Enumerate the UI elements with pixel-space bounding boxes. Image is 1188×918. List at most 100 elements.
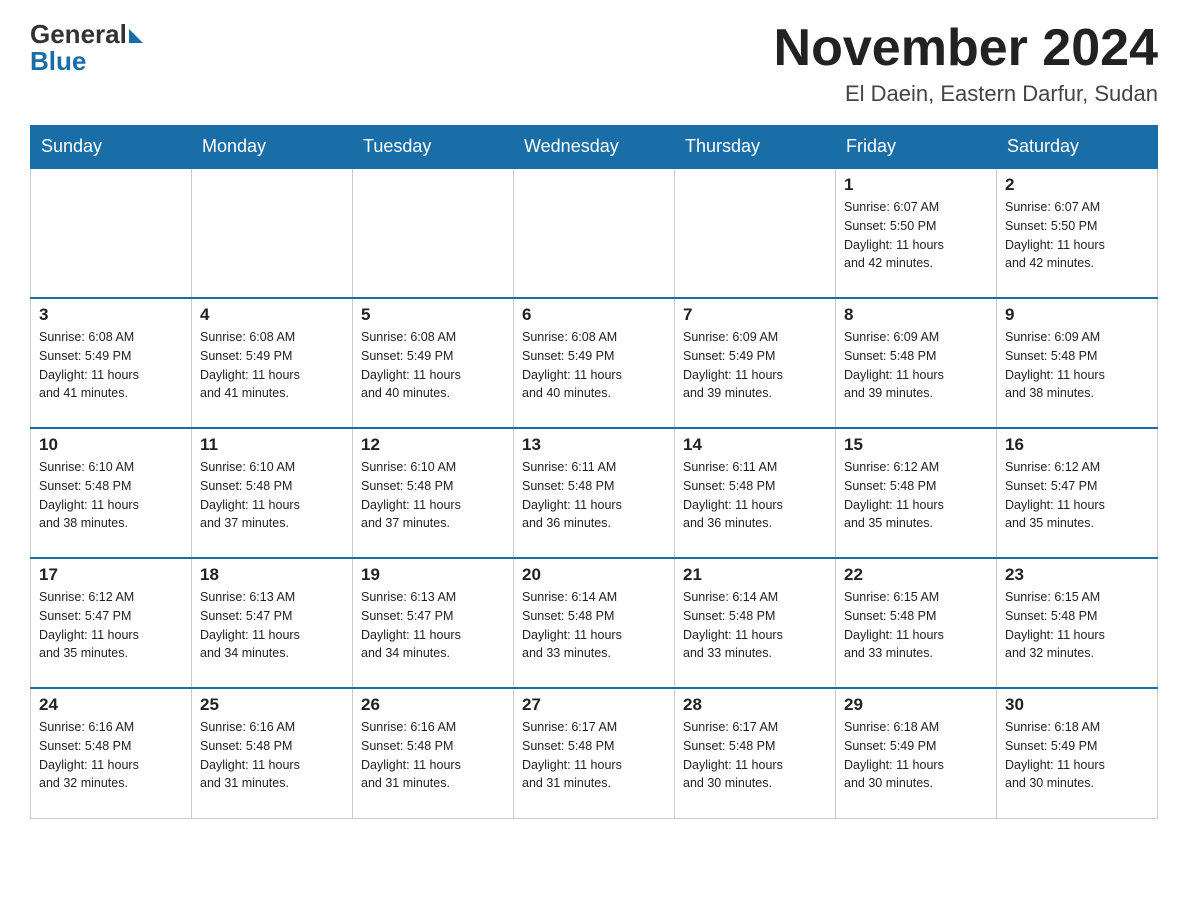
day-info: Sunrise: 6:14 AMSunset: 5:48 PMDaylight:… <box>683 588 827 663</box>
day-number: 7 <box>683 305 827 325</box>
day-info: Sunrise: 6:08 AMSunset: 5:49 PMDaylight:… <box>522 328 666 403</box>
day-info: Sunrise: 6:12 AMSunset: 5:48 PMDaylight:… <box>844 458 988 533</box>
calendar-day-cell: 11 Sunrise: 6:10 AMSunset: 5:48 PMDayligh… <box>192 428 353 558</box>
calendar-day-cell: 4 Sunrise: 6:08 AMSunset: 5:49 PMDaylight… <box>192 298 353 428</box>
day-number: 21 <box>683 565 827 585</box>
day-info: Sunrise: 6:18 AMSunset: 5:49 PMDaylight:… <box>1005 718 1149 793</box>
day-number: 30 <box>1005 695 1149 715</box>
day-number: 5 <box>361 305 505 325</box>
day-number: 27 <box>522 695 666 715</box>
calendar-week-row: 24 Sunrise: 6:16 AMSunset: 5:48 PMDayligh… <box>31 688 1158 818</box>
calendar-table: SundayMondayTuesdayWednesdayThursdayFrid… <box>30 125 1158 819</box>
calendar-day-cell: 14 Sunrise: 6:11 AMSunset: 5:48 PMDayligh… <box>675 428 836 558</box>
day-number: 16 <box>1005 435 1149 455</box>
logo-general-text: General <box>30 20 127 49</box>
day-number: 4 <box>200 305 344 325</box>
calendar-day-cell: 29 Sunrise: 6:18 AMSunset: 5:49 PMDayligh… <box>836 688 997 818</box>
calendar-empty-cell <box>192 168 353 298</box>
day-number: 14 <box>683 435 827 455</box>
day-number: 24 <box>39 695 183 715</box>
day-number: 22 <box>844 565 988 585</box>
calendar-day-cell: 15 Sunrise: 6:12 AMSunset: 5:48 PMDayligh… <box>836 428 997 558</box>
calendar-day-cell: 21 Sunrise: 6:14 AMSunset: 5:48 PMDayligh… <box>675 558 836 688</box>
day-number: 23 <box>1005 565 1149 585</box>
calendar-week-row: 10 Sunrise: 6:10 AMSunset: 5:48 PMDayligh… <box>31 428 1158 558</box>
day-info: Sunrise: 6:18 AMSunset: 5:49 PMDaylight:… <box>844 718 988 793</box>
day-number: 6 <box>522 305 666 325</box>
calendar-day-cell: 25 Sunrise: 6:16 AMSunset: 5:48 PMDayligh… <box>192 688 353 818</box>
day-number: 18 <box>200 565 344 585</box>
calendar-day-cell: 18Sunrise: 6:13 AMSunset: 5:47 PMDayligh… <box>192 558 353 688</box>
day-info: Sunrise: 6:09 AMSunset: 5:49 PMDaylight:… <box>683 328 827 403</box>
logo-arrow-icon <box>129 29 143 43</box>
calendar-day-cell: 12 Sunrise: 6:10 AMSunset: 5:48 PMDayligh… <box>353 428 514 558</box>
day-number: 28 <box>683 695 827 715</box>
calendar-day-cell: 28 Sunrise: 6:17 AMSunset: 5:48 PMDayligh… <box>675 688 836 818</box>
day-number: 26 <box>361 695 505 715</box>
day-number: 9 <box>1005 305 1149 325</box>
day-info: Sunrise: 6:11 AMSunset: 5:48 PMDaylight:… <box>683 458 827 533</box>
day-info: Sunrise: 6:10 AMSunset: 5:48 PMDaylight:… <box>39 458 183 533</box>
weekday-header-row: SundayMondayTuesdayWednesdayThursdayFrid… <box>31 126 1158 169</box>
day-info: Sunrise: 6:17 AMSunset: 5:48 PMDaylight:… <box>522 718 666 793</box>
calendar-day-cell: 23 Sunrise: 6:15 AMSunset: 5:48 PMDayligh… <box>997 558 1158 688</box>
day-number: 25 <box>200 695 344 715</box>
day-info: Sunrise: 6:12 AMSunset: 5:47 PMDaylight:… <box>39 588 183 663</box>
day-number: 15 <box>844 435 988 455</box>
calendar-day-cell: 13Sunrise: 6:11 AMSunset: 5:48 PMDayligh… <box>514 428 675 558</box>
weekday-header-tuesday: Tuesday <box>353 126 514 169</box>
day-number: 20 <box>522 565 666 585</box>
calendar-day-cell: 30 Sunrise: 6:18 AMSunset: 5:49 PMDayligh… <box>997 688 1158 818</box>
weekday-header-monday: Monday <box>192 126 353 169</box>
page-header: General Blue November 2024 El Daein, Eas… <box>30 20 1158 107</box>
calendar-day-cell: 5 Sunrise: 6:08 AMSunset: 5:49 PMDaylight… <box>353 298 514 428</box>
calendar-day-cell: 2 Sunrise: 6:07 AMSunset: 5:50 PMDaylight… <box>997 168 1158 298</box>
day-info: Sunrise: 6:07 AMSunset: 5:50 PMDaylight:… <box>1005 198 1149 273</box>
calendar-empty-cell <box>353 168 514 298</box>
calendar-day-cell: 3 Sunrise: 6:08 AMSunset: 5:49 PMDaylight… <box>31 298 192 428</box>
weekday-header-sunday: Sunday <box>31 126 192 169</box>
logo: General Blue <box>30 20 143 75</box>
calendar-day-cell: 27 Sunrise: 6:17 AMSunset: 5:48 PMDayligh… <box>514 688 675 818</box>
day-info: Sunrise: 6:15 AMSunset: 5:48 PMDaylight:… <box>844 588 988 663</box>
day-info: Sunrise: 6:08 AMSunset: 5:49 PMDaylight:… <box>200 328 344 403</box>
day-number: 3 <box>39 305 183 325</box>
day-number: 8 <box>844 305 988 325</box>
calendar-day-cell: 24 Sunrise: 6:16 AMSunset: 5:48 PMDayligh… <box>31 688 192 818</box>
calendar-empty-cell <box>31 168 192 298</box>
day-info: Sunrise: 6:07 AMSunset: 5:50 PMDaylight:… <box>844 198 988 273</box>
weekday-header-thursday: Thursday <box>675 126 836 169</box>
day-number: 29 <box>844 695 988 715</box>
day-info: Sunrise: 6:09 AMSunset: 5:48 PMDaylight:… <box>1005 328 1149 403</box>
day-number: 19 <box>361 565 505 585</box>
day-number: 2 <box>1005 175 1149 195</box>
day-number: 17 <box>39 565 183 585</box>
calendar-week-row: 3 Sunrise: 6:08 AMSunset: 5:49 PMDaylight… <box>31 298 1158 428</box>
day-info: Sunrise: 6:16 AMSunset: 5:48 PMDaylight:… <box>39 718 183 793</box>
calendar-day-cell: 16 Sunrise: 6:12 AMSunset: 5:47 PMDayligh… <box>997 428 1158 558</box>
calendar-week-row: 17 Sunrise: 6:12 AMSunset: 5:47 PMDayligh… <box>31 558 1158 688</box>
day-info: Sunrise: 6:08 AMSunset: 5:49 PMDaylight:… <box>361 328 505 403</box>
day-info: Sunrise: 6:08 AMSunset: 5:49 PMDaylight:… <box>39 328 183 403</box>
day-info: Sunrise: 6:16 AMSunset: 5:48 PMDaylight:… <box>200 718 344 793</box>
calendar-day-cell: 26 Sunrise: 6:16 AMSunset: 5:48 PMDayligh… <box>353 688 514 818</box>
day-info: Sunrise: 6:16 AMSunset: 5:48 PMDaylight:… <box>361 718 505 793</box>
calendar-week-row: 1 Sunrise: 6:07 AMSunset: 5:50 PMDaylight… <box>31 168 1158 298</box>
day-info: Sunrise: 6:17 AMSunset: 5:48 PMDaylight:… <box>683 718 827 793</box>
weekday-header-wednesday: Wednesday <box>514 126 675 169</box>
logo-blue-text: Blue <box>30 47 86 76</box>
day-number: 10 <box>39 435 183 455</box>
day-number: 11 <box>200 435 344 455</box>
calendar-empty-cell <box>514 168 675 298</box>
day-number: 1 <box>844 175 988 195</box>
day-info: Sunrise: 6:15 AMSunset: 5:48 PMDaylight:… <box>1005 588 1149 663</box>
day-info: Sunrise: 6:10 AMSunset: 5:48 PMDaylight:… <box>361 458 505 533</box>
day-number: 12 <box>361 435 505 455</box>
calendar-day-cell: 20Sunrise: 6:14 AMSunset: 5:48 PMDayligh… <box>514 558 675 688</box>
calendar-day-cell: 10 Sunrise: 6:10 AMSunset: 5:48 PMDayligh… <box>31 428 192 558</box>
calendar-day-cell: 7 Sunrise: 6:09 AMSunset: 5:49 PMDaylight… <box>675 298 836 428</box>
calendar-day-cell: 19Sunrise: 6:13 AMSunset: 5:47 PMDayligh… <box>353 558 514 688</box>
day-info: Sunrise: 6:12 AMSunset: 5:47 PMDaylight:… <box>1005 458 1149 533</box>
weekday-header-saturday: Saturday <box>997 126 1158 169</box>
day-info: Sunrise: 6:10 AMSunset: 5:48 PMDaylight:… <box>200 458 344 533</box>
